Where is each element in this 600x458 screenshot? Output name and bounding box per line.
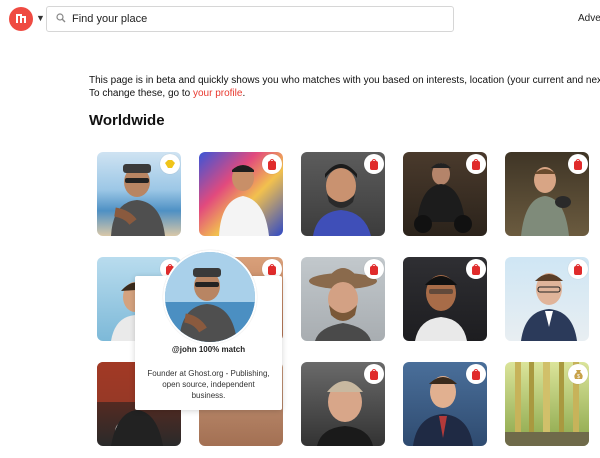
user-tile[interactable] bbox=[301, 257, 385, 341]
user-tile[interactable] bbox=[505, 257, 589, 341]
intro-line-2: To change these, go to your profile. bbox=[89, 88, 246, 99]
backpack-icon bbox=[466, 364, 486, 384]
user-tile[interactable] bbox=[301, 362, 385, 446]
backpack-icon bbox=[364, 259, 384, 279]
user-tile[interactable] bbox=[505, 152, 589, 236]
popover-title: @john 100% match bbox=[171, 345, 246, 354]
user-tile[interactable] bbox=[97, 152, 181, 236]
backpack-icon bbox=[466, 154, 486, 174]
backpack-icon bbox=[364, 154, 384, 174]
search-bar bbox=[46, 6, 454, 32]
backpack-icon bbox=[568, 259, 588, 279]
logo-icon[interactable] bbox=[9, 7, 33, 31]
popover-bio: Founder at Ghost.org - Publishing, open … bbox=[147, 369, 270, 400]
chevron-down-icon[interactable]: ▼ bbox=[36, 13, 45, 23]
user-tile[interactable] bbox=[199, 152, 283, 236]
user-tile[interactable] bbox=[403, 257, 487, 341]
profile-link[interactable]: your profile bbox=[193, 88, 242, 99]
avatar[interactable] bbox=[163, 250, 257, 344]
intro-text: This page is in beta and quickly shows y… bbox=[89, 74, 600, 100]
intro-line-1: This page is in beta and quickly shows y… bbox=[89, 75, 600, 86]
backpack-icon bbox=[262, 154, 282, 174]
user-tile[interactable] bbox=[403, 152, 487, 236]
nav-advertise-link[interactable]: Adve bbox=[578, 13, 600, 24]
backpack-icon bbox=[364, 364, 384, 384]
search-input[interactable] bbox=[72, 10, 442, 28]
user-tile[interactable] bbox=[403, 362, 487, 446]
section-title: Worldwide bbox=[89, 112, 165, 129]
backpack-icon bbox=[466, 259, 486, 279]
svg-text:$: $ bbox=[577, 374, 580, 380]
user-tile[interactable]: $ bbox=[505, 362, 589, 446]
search-icon bbox=[56, 13, 66, 23]
handshake-icon bbox=[160, 154, 180, 174]
top-bar: ▼ Adve bbox=[0, 0, 600, 38]
money-bag-icon: $ bbox=[568, 364, 588, 384]
user-tile[interactable] bbox=[301, 152, 385, 236]
backpack-icon bbox=[568, 154, 588, 174]
